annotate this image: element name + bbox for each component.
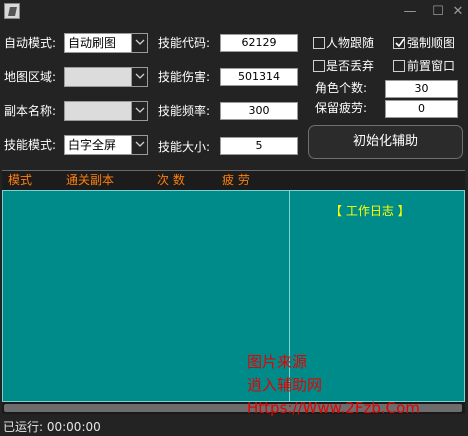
work-log-title: 【 工作日志 】 bbox=[330, 204, 410, 218]
discard-label: 是否丢弃 bbox=[326, 59, 375, 73]
skill-mode-select[interactable]: 白字全屏 bbox=[64, 135, 148, 155]
watermark-line-2: 逍入辅助网 bbox=[247, 376, 323, 394]
keep-fatigue-label: 保留疲劳: bbox=[315, 101, 368, 115]
skill-damage-label: 技能伤害: bbox=[158, 70, 211, 84]
chevron-down-icon[interactable] bbox=[131, 68, 147, 86]
app-icon bbox=[4, 3, 20, 19]
watermark-line-1: 图片来源 bbox=[247, 353, 308, 371]
skill-code-label: 技能代码: bbox=[158, 36, 211, 50]
watermark-line-3: Https://Www.2Fzb.Com bbox=[247, 399, 420, 417]
force-stick-checkbox[interactable] bbox=[393, 37, 405, 49]
work-log[interactable] bbox=[290, 190, 465, 402]
follow-label: 人物跟随 bbox=[326, 36, 375, 50]
column-dungeon[interactable]: 通关副本 bbox=[66, 171, 114, 189]
follow-checkbox[interactable] bbox=[313, 37, 325, 49]
column-fatigue[interactable]: 疲 劳 bbox=[222, 171, 250, 189]
skill-code-input[interactable]: 62129 bbox=[220, 34, 298, 52]
dungeon-name-select[interactable] bbox=[64, 101, 148, 121]
maximize-button[interactable]: ☐ bbox=[428, 2, 448, 22]
chevron-down-icon[interactable] bbox=[131, 34, 147, 52]
dungeon-name-label: 副本名称: bbox=[4, 104, 57, 118]
skill-size-label: 技能大小: bbox=[158, 140, 211, 154]
skill-size-input[interactable]: 5 bbox=[220, 137, 298, 155]
skill-freq-input[interactable]: 300 bbox=[220, 102, 298, 120]
auto-mode-label: 自动模式: bbox=[4, 36, 57, 50]
role-count-input[interactable]: 30 bbox=[385, 80, 458, 98]
skill-freq-label: 技能频率: bbox=[158, 104, 211, 118]
title-bar bbox=[0, 0, 468, 24]
skill-mode-label: 技能模式: bbox=[4, 138, 57, 152]
skill-mode-value: 白字全屏 bbox=[68, 138, 117, 152]
chevron-down-icon[interactable] bbox=[131, 136, 147, 154]
checkmark-icon bbox=[395, 38, 405, 48]
map-area-label: 地图区域: bbox=[4, 70, 57, 84]
front-window-label: 前置窗口 bbox=[407, 59, 456, 73]
front-window-checkbox[interactable] bbox=[393, 60, 405, 72]
keep-fatigue-input[interactable]: 0 bbox=[385, 100, 458, 118]
auto-mode-value: 自动刷图 bbox=[68, 36, 117, 50]
chevron-down-icon[interactable] bbox=[131, 102, 147, 120]
runtime-status: 已运行: 00:00:00 bbox=[3, 420, 101, 434]
minimize-button[interactable]: — bbox=[400, 2, 420, 22]
role-count-label: 角色个数: bbox=[315, 81, 368, 95]
column-count[interactable]: 次 数 bbox=[157, 171, 185, 189]
init-assist-button[interactable]: 初始化辅助 bbox=[308, 125, 463, 159]
column-mode[interactable]: 模式 bbox=[8, 171, 32, 189]
close-button[interactable]: ✕ bbox=[448, 2, 468, 22]
map-area-select[interactable] bbox=[64, 67, 148, 87]
discard-checkbox[interactable] bbox=[313, 60, 325, 72]
skill-damage-input[interactable]: 501314 bbox=[220, 68, 298, 86]
force-stick-label: 强制顺图 bbox=[407, 36, 456, 50]
auto-mode-select[interactable]: 自动刷图 bbox=[64, 33, 148, 53]
